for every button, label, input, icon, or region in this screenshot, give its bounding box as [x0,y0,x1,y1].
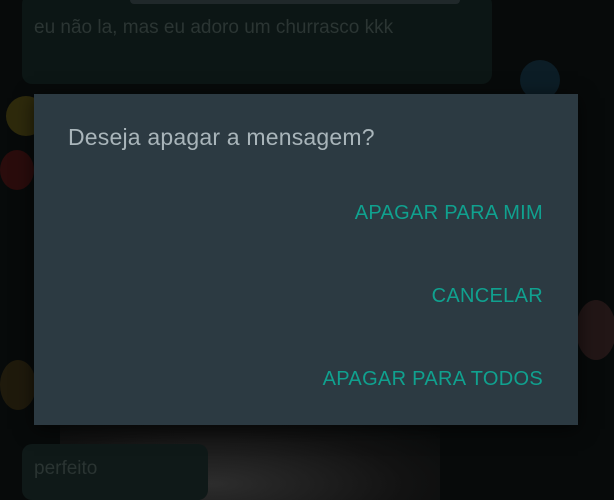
chat-screen: eu não la, mas eu adoro um churrasco kkk… [0,0,614,500]
delete-for-me-button[interactable]: APAGAR PARA MIM [355,202,543,225]
background-quoted-bar [130,0,460,4]
dialog-title: Deseja apagar a mensagem? [68,124,375,150]
background-message-bubble [22,0,492,84]
delete-message-dialog: Deseja apagar a mensagem? APAGAR PARA MI… [34,94,578,425]
cancel-button[interactable]: CANCELAR [432,285,543,308]
background-message-text: eu não la, mas eu adoro um churrasco kkk [34,17,394,38]
background-sticker-right [576,300,614,360]
background-bottom-text: perfeito [34,458,98,479]
background-sticker-red [0,150,34,190]
background-sticker-left-multi [0,360,36,410]
delete-for-everyone-button[interactable]: APAGAR PARA TODOS [323,368,543,391]
